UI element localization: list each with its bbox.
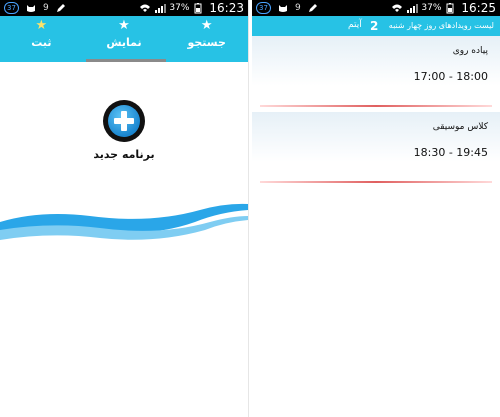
star-icon: ★: [200, 18, 213, 33]
new-program-label: برنامه جدید: [93, 148, 155, 161]
cat-icon: [279, 5, 287, 12]
wave-decoration: [0, 203, 248, 240]
pencil-icon: [56, 4, 65, 12]
signal-icon: [407, 4, 419, 13]
clock: 16:23: [209, 1, 244, 15]
notification-count: 9: [295, 3, 301, 13]
item-unit-label: آیتم: [348, 20, 362, 30]
wifi-icon: [140, 4, 151, 12]
tab-indicator: [86, 59, 166, 62]
tab-search-label: جستجو: [187, 36, 226, 49]
wifi-icon: [392, 4, 403, 12]
page-title: لیست رویدادهای روز چهار شنبه: [388, 21, 494, 30]
event-card[interactable]: کلاس موسیقی 18:30 - 19:45: [252, 112, 500, 183]
tab-register[interactable]: ★ ثبت: [0, 16, 83, 62]
plus-circle-icon: [108, 105, 140, 137]
tab-display[interactable]: ★ نمایش: [83, 16, 166, 62]
event-card[interactable]: پیاده روی 17:00 - 18:00: [252, 36, 500, 107]
notification-badge: 37: [4, 2, 19, 14]
tab-display-label: نمایش: [106, 36, 142, 49]
event-name: پیاده روی: [452, 46, 488, 56]
signal-icon: [155, 4, 167, 13]
pencil-icon: [308, 4, 317, 12]
star-icon: ★: [118, 18, 130, 33]
battery-icon: [446, 3, 454, 14]
event-time: 18:30 - 19:45: [413, 146, 488, 159]
notification-count: 9: [43, 3, 49, 13]
clock: 16:25: [461, 1, 496, 15]
event-time: 17:00 - 18:00: [413, 70, 488, 83]
battery-icon: [194, 3, 202, 14]
left-screen: 37 9 37% 16:23 ★ ثبت ★ نمایش ★ جستجو برن…: [0, 0, 248, 417]
status-bar: 37 9 37% 16:23: [0, 0, 248, 16]
tab-register-label: ثبت: [31, 36, 52, 49]
battery-percent: 37%: [421, 3, 442, 13]
tab-search[interactable]: ★ جستجو: [165, 16, 248, 62]
item-count: 2: [370, 19, 379, 33]
tab-bar: ★ ثبت ★ نمایش ★ جستجو: [0, 16, 248, 62]
battery-percent: 37%: [169, 3, 190, 13]
status-bar: 37 9 37% 16:25: [252, 0, 500, 16]
notification-badge: 37: [256, 2, 271, 14]
star-icon: ★: [35, 18, 48, 33]
event-name: کلاس موسیقی: [432, 122, 488, 132]
new-program-button[interactable]: [103, 100, 145, 142]
title-bar: آیتم 2 لیست رویدادهای روز چهار شنبه: [252, 16, 500, 36]
event-separator: [260, 181, 492, 183]
right-screen: 37 9 37% 16:25 آیتم 2 لیست رویدادهای روز…: [252, 0, 500, 417]
cat-icon: [27, 5, 35, 12]
event-separator: [260, 105, 492, 107]
